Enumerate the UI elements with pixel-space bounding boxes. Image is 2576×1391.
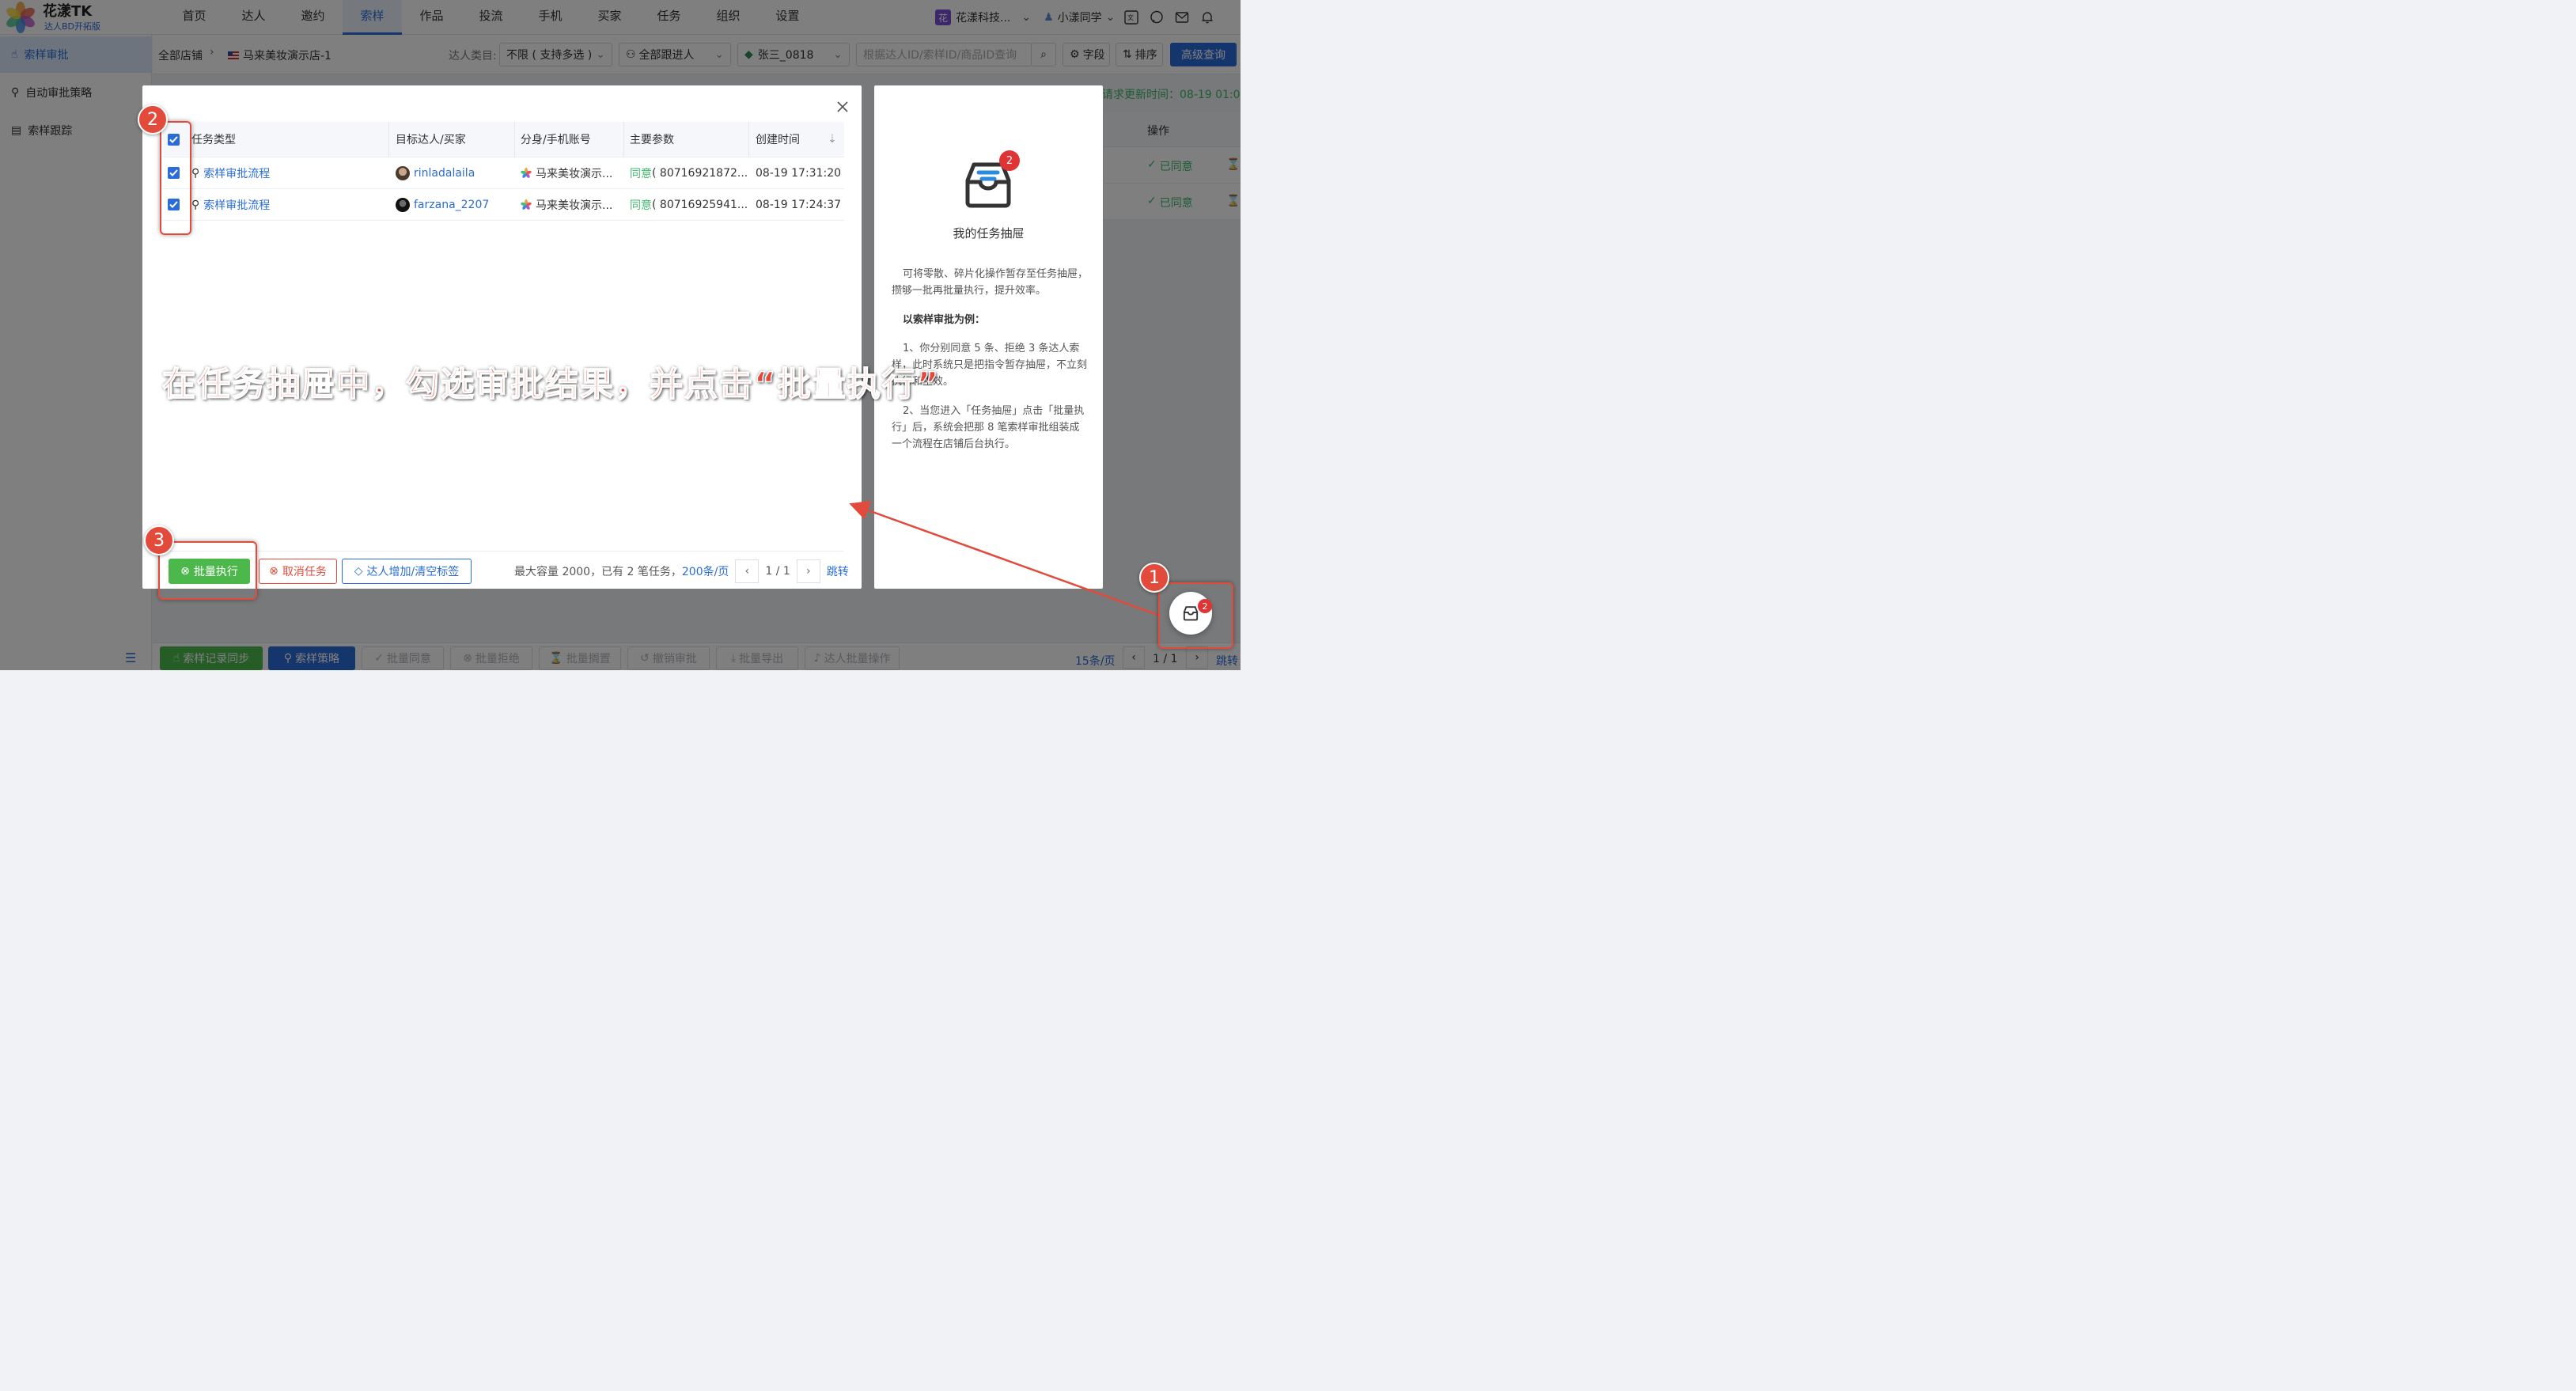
highlight-checkboxes [160,121,191,235]
highlight-execute [158,541,257,600]
step-number-1: 1 [1139,563,1169,593]
highlight-fab [1158,582,1233,649]
step-number-2: 2 [138,104,168,135]
app-root: 花漾TK 达人BD开拓版 首页 达人 邀约 索样 作品 投流 手机 买家 任务 … [0,0,1241,670]
step-number-3: 3 [144,525,174,555]
instruction-callout: 在任务抽屉中，勾选审批结果，并点击“批量执行” [161,364,941,404]
